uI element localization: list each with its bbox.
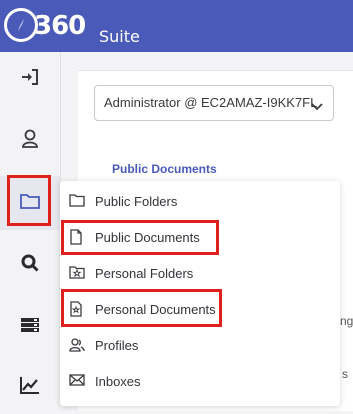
menu-item-label: Profiles [95, 338, 139, 353]
menu-item-label: Public Folders [95, 194, 178, 209]
user-icon [21, 129, 39, 154]
account-select[interactable]: Administrator @ EC2AMAZ-I9KK7FL [94, 85, 334, 121]
sidebar-item-search[interactable] [0, 238, 60, 292]
menu-item-label: Inboxes [95, 374, 141, 389]
folder-outline-icon [69, 193, 85, 212]
menu-item-inboxes[interactable]: Inboxes [60, 363, 340, 399]
logo-suite-text: Suite [99, 27, 140, 46]
users-icon [69, 337, 85, 358]
chevron-down-icon [311, 98, 323, 116]
sidebar-item-signin[interactable] [0, 52, 60, 106]
sidebar-item-user[interactable] [0, 114, 60, 168]
sidebar-item-server[interactable] [0, 300, 60, 354]
account-select-value: Administrator @ EC2AMAZ-I9KK7FL [104, 95, 318, 110]
highlight-box-public-documents [61, 220, 219, 255]
sidebar [0, 52, 61, 406]
app-header: 360 Suite [0, 0, 353, 52]
sign-in-icon [21, 68, 39, 90]
menu-item-label: Personal Folders [95, 266, 194, 281]
partial-text-1: ng [340, 314, 353, 328]
logo-number: 360 [34, 11, 86, 41]
menu-item-public-folders[interactable]: Public Folders [60, 183, 340, 219]
menu-item-personal-folders[interactable]: Personal Folders [60, 255, 340, 291]
server-icon [20, 317, 40, 338]
chart-line-icon [20, 376, 40, 399]
envelope-icon [69, 373, 85, 392]
highlight-box-personal-documents [61, 289, 222, 327]
folder-star-icon [69, 265, 85, 284]
menu-item-profiles[interactable]: Profiles [60, 327, 340, 363]
partial-text-2: s [342, 367, 348, 381]
tab-public-documents[interactable]: Public Documents [112, 162, 217, 176]
highlight-box-folders [7, 175, 51, 226]
compass-icon [4, 8, 38, 42]
search-icon [21, 254, 39, 277]
